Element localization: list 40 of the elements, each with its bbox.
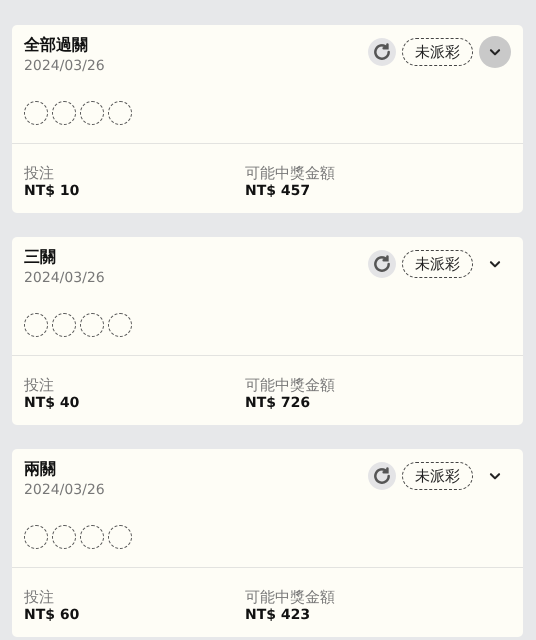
- refresh-icon[interactable]: [372, 254, 392, 274]
- stake-amount: NT$ 40: [24, 394, 80, 412]
- empty-slot-icon: [52, 101, 76, 125]
- stake-label: 投注: [24, 164, 55, 182]
- refresh-button[interactable]: [368, 462, 396, 490]
- stake-amount: NT$ 10: [24, 182, 80, 200]
- bet-date: 2024/03/26: [24, 57, 106, 76]
- empty-slot-icon: [24, 101, 48, 125]
- status-tag: 未派彩: [402, 38, 473, 66]
- empty-slot-icon: [80, 313, 104, 337]
- expand-button[interactable]: [479, 36, 511, 68]
- empty-slot-icon: [80, 101, 104, 125]
- refresh-button[interactable]: [368, 250, 396, 278]
- bet-title: 三關: [24, 246, 57, 268]
- stake-amount: NT$ 60: [24, 606, 80, 624]
- refresh-button[interactable]: [368, 38, 396, 66]
- bet-title: 全部過關: [24, 34, 89, 56]
- payout-amount: NT$ 726: [245, 394, 312, 412]
- refresh-icon[interactable]: [372, 466, 392, 486]
- empty-slot-icon: [24, 313, 48, 337]
- payout-label: 可能中獎金額: [245, 376, 336, 394]
- empty-slot-icon: [108, 101, 132, 125]
- bet-date: 2024/03/26: [24, 481, 106, 500]
- bet-date: 2024/03/26: [24, 269, 106, 288]
- payout-label: 可能中獎金額: [245, 588, 336, 606]
- stake-label: 投注: [24, 588, 55, 606]
- payout-amount: NT$ 423: [245, 606, 312, 624]
- bet-title: 兩關: [24, 458, 57, 480]
- empty-slot-icon: [80, 525, 104, 549]
- stake-label: 投注: [24, 376, 55, 394]
- empty-slot-icon: [52, 313, 76, 337]
- payout-amount: NT$ 457: [245, 182, 312, 200]
- empty-slot-icon: [24, 525, 48, 549]
- status-tag: 未派彩: [402, 250, 473, 278]
- status-tag: 未派彩: [402, 462, 473, 490]
- payout-label: 可能中獎金額: [245, 164, 336, 182]
- empty-slot-icon: [52, 525, 76, 549]
- empty-slot-icon: [108, 313, 132, 337]
- refresh-icon[interactable]: [372, 42, 392, 62]
- empty-slot-icon: [108, 525, 132, 549]
